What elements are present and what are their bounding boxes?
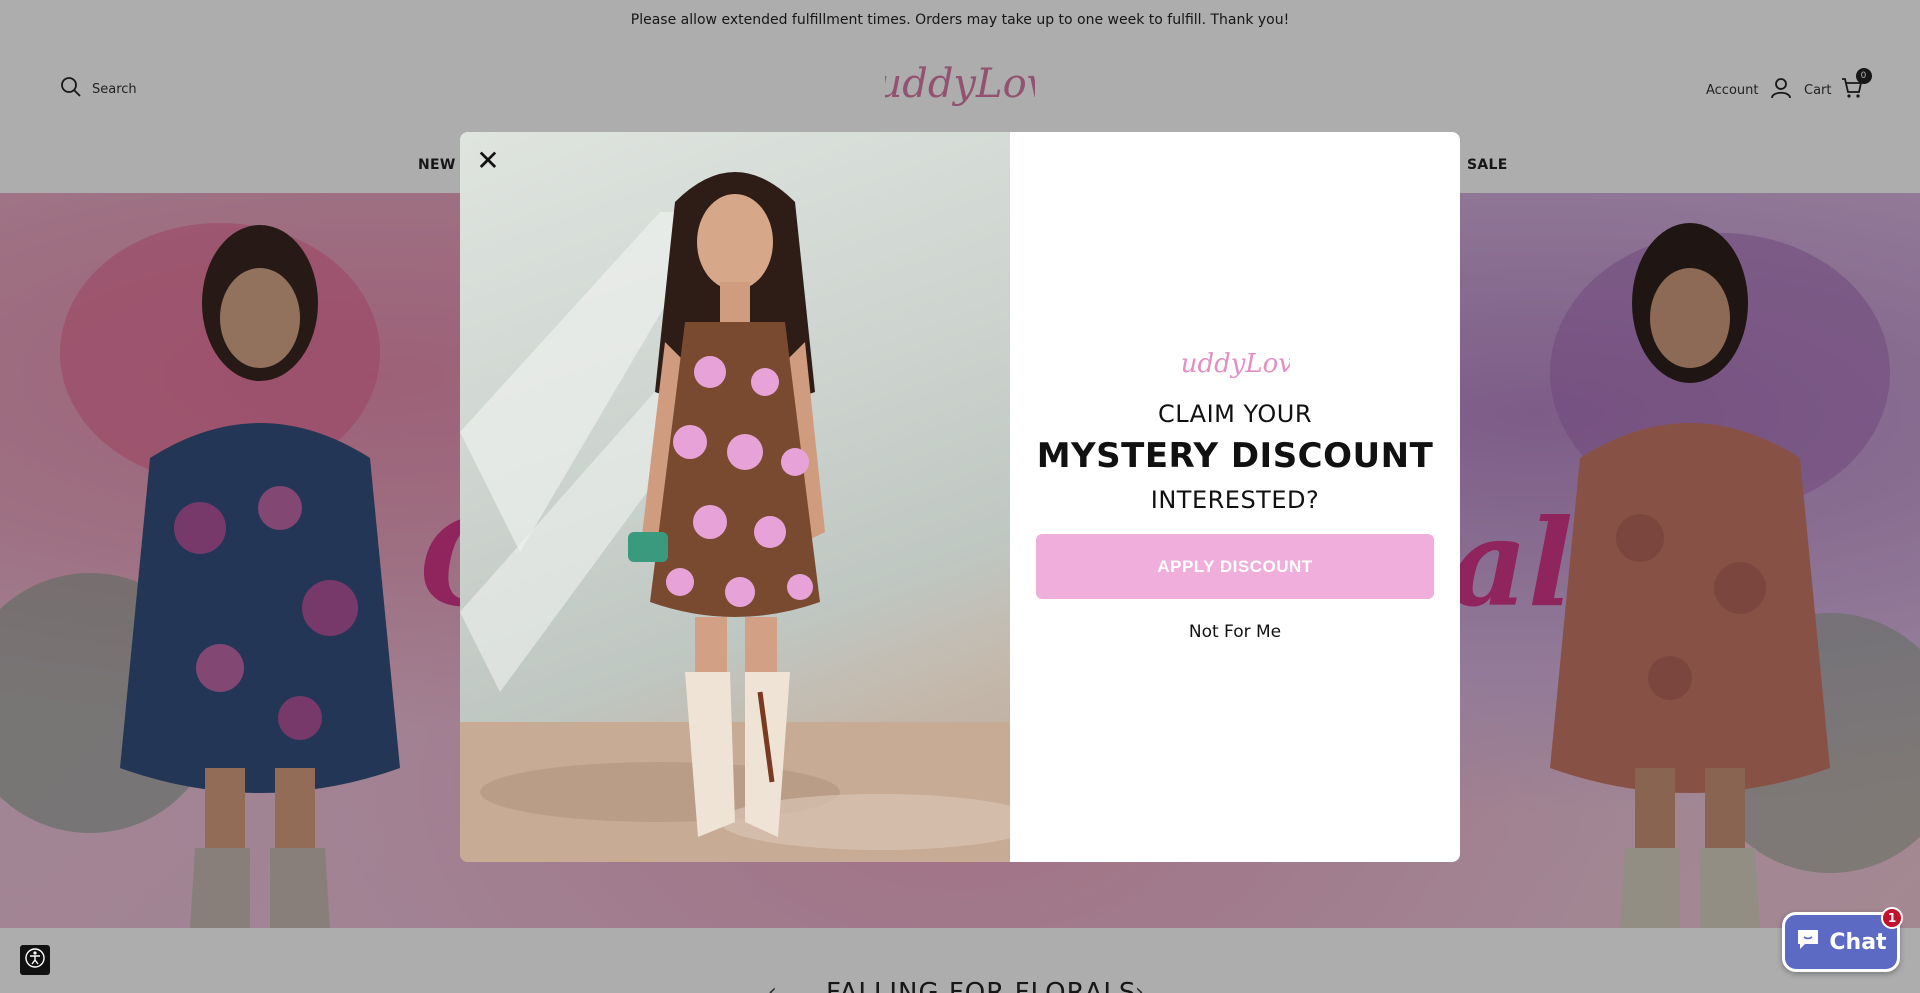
modal-image: ✕ bbox=[460, 132, 1010, 862]
modal-photo bbox=[460, 172, 1010, 862]
modal-headline: MYSTERY DISCOUNT bbox=[1036, 436, 1434, 476]
svg-text:BuddyLove: BuddyLove bbox=[1180, 349, 1290, 379]
chat-button[interactable]: Chat 1 bbox=[1782, 907, 1903, 972]
modal-content: BuddyLove CLAIM YOUR MYSTERY DISCOUNT IN… bbox=[1010, 132, 1460, 862]
apply-discount-button[interactable]: APPLY DISCOUNT bbox=[1036, 534, 1434, 599]
chat-icon bbox=[1795, 927, 1821, 957]
chat-notification-badge: 1 bbox=[1881, 907, 1903, 929]
modal-question: INTERESTED? bbox=[1150, 486, 1320, 514]
discount-modal: ✕ uddyLo CLAIM YOUR MYSTERY DISCOUNT INT… bbox=[460, 132, 1460, 862]
accessibility-icon bbox=[25, 948, 45, 972]
decline-button[interactable]: Not For Me bbox=[1010, 622, 1460, 642]
accessibility-button[interactable] bbox=[20, 945, 50, 975]
modal-claim-text: CLAIM YOUR bbox=[1158, 400, 1312, 428]
close-icon[interactable]: ✕ bbox=[472, 144, 504, 177]
chat-label: Chat bbox=[1829, 929, 1887, 955]
modal-logo: BuddyLove bbox=[1180, 349, 1290, 379]
